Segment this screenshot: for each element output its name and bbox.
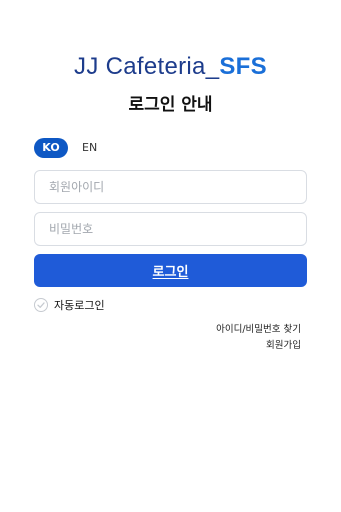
member-id-input[interactable] bbox=[34, 170, 307, 204]
auto-login-label: 자동로그인 bbox=[54, 299, 105, 312]
password-input[interactable] bbox=[34, 212, 307, 246]
login-page: JJ Cafeteria_SFS 로그인 안내 KO EN 로그인 자동로그인 … bbox=[0, 0, 341, 512]
account-links: 아이디/비밀번호 찾기 회원가입 bbox=[216, 322, 301, 354]
brand-name: JJ Cafeteria_ bbox=[74, 53, 220, 80]
login-button[interactable]: 로그인 bbox=[34, 254, 307, 287]
page-title: 로그인 안내 bbox=[128, 95, 213, 115]
check-circle-icon[interactable] bbox=[34, 298, 48, 312]
auto-login-toggle[interactable]: 자동로그인 bbox=[34, 297, 105, 313]
brand-suffix: SFS bbox=[219, 53, 267, 80]
language-switcher: KO EN bbox=[34, 138, 99, 158]
lang-en-button[interactable]: EN bbox=[80, 138, 99, 158]
checkmark-icon bbox=[37, 302, 45, 308]
lang-ko-button[interactable]: KO bbox=[34, 138, 68, 158]
brand-logo: JJ Cafeteria_SFS bbox=[0, 52, 341, 82]
signup-link[interactable]: 회원가입 bbox=[216, 338, 301, 354]
find-account-link[interactable]: 아이디/비밀번호 찾기 bbox=[216, 322, 301, 338]
